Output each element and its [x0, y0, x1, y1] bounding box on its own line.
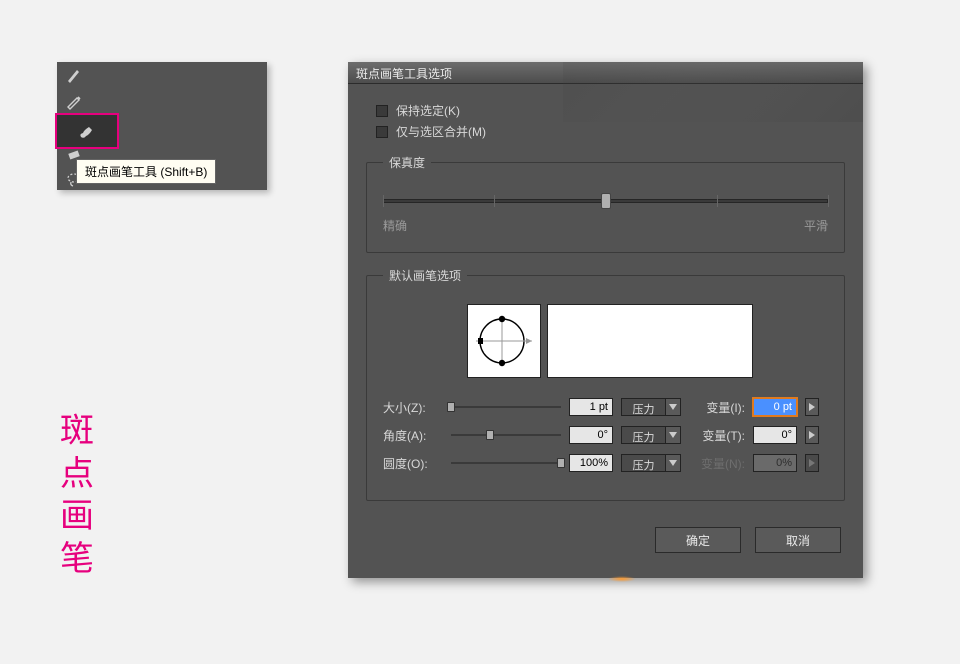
checkbox-label: 保持选定(K)	[396, 102, 460, 119]
angle-slider[interactable]	[451, 428, 561, 442]
size-slider[interactable]	[451, 400, 561, 414]
cancel-button[interactable]: 取消	[755, 527, 841, 553]
size-var-value[interactable]: 0 pt	[753, 398, 797, 416]
dialog-titlebar[interactable]: 斑点画笔工具选项	[348, 62, 863, 84]
roundness-mode-combo[interactable]: 压力	[621, 454, 681, 472]
fidelity-group: 保真度 精确 平滑	[366, 154, 845, 253]
pencil-tool[interactable]	[59, 88, 89, 114]
roundness-value[interactable]: 100%	[569, 454, 613, 472]
keep-selected-checkbox[interactable]: 保持选定(K)	[376, 102, 845, 119]
chevron-right-icon	[805, 454, 819, 472]
chevron-down-icon	[665, 454, 681, 472]
chevron-right-icon	[805, 398, 819, 416]
checkbox-icon	[376, 105, 388, 117]
size-row: 大小(Z): 1 pt 压力 变量(I): 0 pt	[383, 398, 828, 416]
roundness-var-label: 变量(N):	[689, 455, 745, 472]
angle-var-stepper[interactable]	[805, 426, 819, 444]
fidelity-legend: 保真度	[383, 154, 431, 171]
size-mode-combo[interactable]: 压力	[621, 398, 681, 416]
ok-button[interactable]: 确定	[655, 527, 741, 553]
checkbox-icon	[376, 126, 388, 138]
angle-value[interactable]: 0°	[569, 426, 613, 444]
roundness-var-stepper	[805, 454, 819, 472]
page-heading: 斑 点 画 笔	[60, 410, 98, 580]
roundness-var-value: 0%	[753, 454, 797, 472]
brush-preview-row	[467, 304, 828, 378]
merge-selection-checkbox[interactable]: 仅与选区合并(M)	[376, 123, 845, 140]
angle-var-value[interactable]: 0°	[753, 426, 797, 444]
default-brush-group: 默认画笔选项 大小(Z):	[366, 267, 845, 501]
roundness-label: 圆度(O):	[383, 455, 443, 472]
angle-row: 角度(A): 0° 压力 变量(T): 0°	[383, 426, 828, 444]
roundness-row: 圆度(O): 100% 压力 变量(N): 0%	[383, 454, 828, 472]
size-var-stepper[interactable]	[805, 398, 819, 416]
size-value[interactable]: 1 pt	[569, 398, 613, 416]
chevron-down-icon	[665, 398, 681, 416]
fidelity-right-label: 平滑	[804, 217, 828, 234]
angle-mode-combo[interactable]: 压力	[621, 426, 681, 444]
defaults-legend: 默认画笔选项	[383, 267, 467, 284]
brush-angle-preview[interactable]	[467, 304, 541, 378]
chevron-down-icon	[665, 426, 681, 444]
size-label: 大小(Z):	[383, 399, 443, 416]
blob-brush-tool[interactable]	[57, 115, 117, 147]
roundness-slider[interactable]	[451, 456, 561, 470]
fidelity-slider[interactable]	[383, 189, 828, 213]
tool-tooltip: 斑点画笔工具 (Shift+B)	[76, 159, 216, 184]
angle-label: 角度(A):	[383, 427, 443, 444]
checkbox-label: 仅与选区合并(M)	[396, 123, 486, 140]
fidelity-thumb[interactable]	[601, 193, 611, 209]
angle-var-label: 变量(T):	[689, 427, 745, 444]
paintbrush-tool[interactable]	[59, 62, 89, 88]
chevron-right-icon	[805, 426, 819, 444]
blob-brush-options-dialog: 斑点画笔工具选项 保持选定(K) 仅与选区合并(M) 保真度 精确	[348, 62, 863, 578]
size-var-label: 变量(I):	[689, 399, 745, 416]
fidelity-left-label: 精确	[383, 217, 407, 234]
brush-stroke-preview	[547, 304, 753, 378]
